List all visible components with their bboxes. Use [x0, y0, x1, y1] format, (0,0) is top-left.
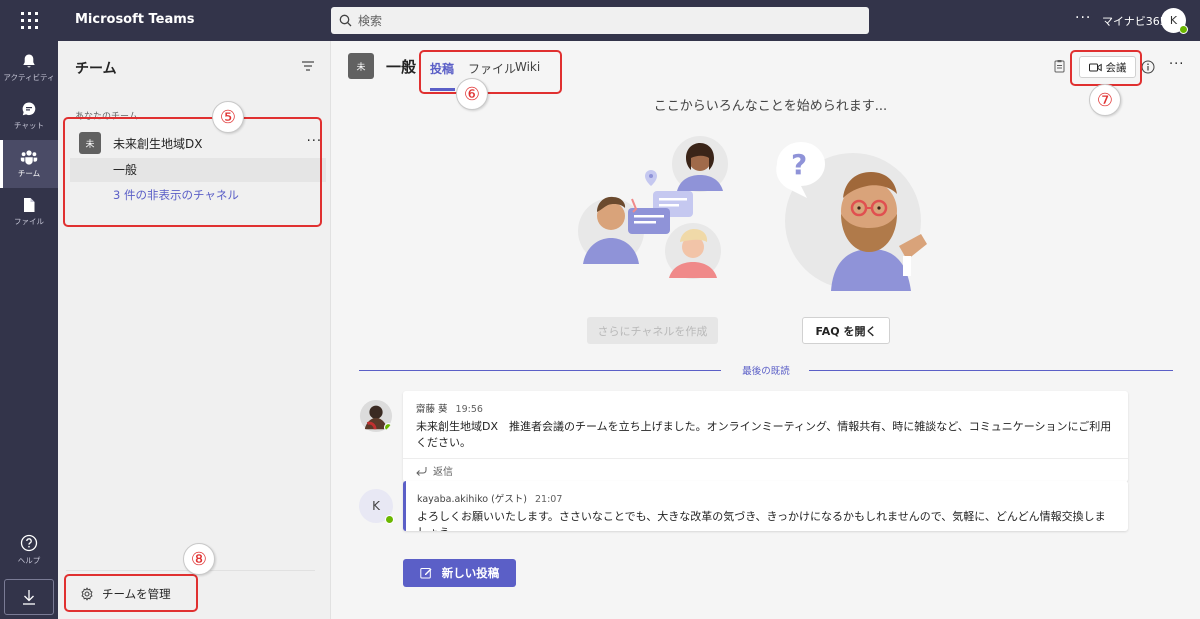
rail-item-chat[interactable]: チャット [0, 92, 58, 140]
reply-label: 返信 [433, 467, 453, 478]
compose-icon [420, 568, 432, 579]
guest-initial: K [372, 499, 380, 513]
message-meta: 齋藤 葵 19:56 [416, 401, 1116, 415]
rail-label: アクティビティ [3, 73, 55, 82]
teams-icon [20, 150, 38, 165]
search-placeholder: 検索 [358, 14, 383, 28]
search-input[interactable]: 検索 [331, 7, 869, 34]
user-initial: K [1169, 14, 1178, 27]
annotation-box-meet [1070, 50, 1142, 86]
new-post-button[interactable]: 新しい投稿 [403, 559, 516, 587]
channel-more-button[interactable]: ··· [1169, 57, 1184, 72]
info-icon[interactable] [1141, 60, 1155, 74]
message-author: 齋藤 葵 [416, 404, 448, 415]
rail-label: チャット [14, 121, 44, 130]
rail-label: ヘルプ [17, 556, 41, 565]
message-meta: kayaba.akihiko (ゲスト) 21:07 [417, 491, 1116, 505]
search-icon [339, 14, 352, 27]
rail-item-files[interactable]: ファイル [0, 188, 58, 236]
message-author: kayaba.akihiko (ゲスト) [417, 494, 528, 505]
svg-text:?: ? [791, 148, 807, 181]
chat-icon [22, 102, 36, 116]
app-launcher-button[interactable] [0, 0, 58, 41]
channel-name: 一般 [386, 58, 417, 76]
annotation-number-6: ⑥ [456, 78, 488, 110]
new-post-label: 新しい投稿 [441, 566, 500, 580]
rail-item-activity[interactable]: アクティビティ [0, 44, 58, 92]
annotation-number-5: ⑤ [212, 101, 244, 133]
clipboard-icon[interactable] [1054, 59, 1065, 73]
message-time: 19:56 [455, 404, 483, 415]
download-button[interactable] [4, 579, 54, 615]
open-faq-button[interactable]: FAQ を開く [802, 317, 890, 344]
presence-available-icon [1179, 25, 1188, 34]
last-read-divider: 最後の既読 [359, 363, 1173, 379]
message-text: 未来創生地域DX 推進者会議のチームを立ち上げました。オンラインミーティング、情… [416, 420, 1112, 449]
rail-item-teams[interactable]: チーム [0, 140, 58, 188]
help-icon [20, 534, 38, 552]
rail-label: チーム [17, 169, 41, 178]
create-channel-button[interactable]: さらにチャネルを作成 [587, 317, 718, 344]
waffle-icon [20, 12, 38, 29]
reply-button[interactable]: 返信 [403, 458, 1128, 482]
message-card[interactable]: kayaba.akihiko (ゲスト) 21:07 よろしくお願いいたします。さ… [403, 481, 1128, 531]
annotation-box-team [63, 117, 322, 227]
annotation-number-7: ⑦ [1089, 84, 1121, 116]
filter-icon[interactable] [301, 60, 315, 72]
file-icon [24, 198, 35, 212]
guest-avatar[interactable]: K [359, 489, 394, 524]
rail-item-help[interactable]: ヘルプ [0, 526, 58, 574]
top-bar: Microsoft Teams 検索 ··· マイナビ365 K [0, 0, 1200, 41]
rail-label: ファイル [14, 217, 44, 226]
more-options-button[interactable]: ··· [1075, 10, 1091, 26]
message-time: 21:07 [535, 494, 563, 505]
annotation-box-manage [64, 574, 198, 612]
app-title: Microsoft Teams [75, 12, 195, 27]
download-icon [23, 590, 35, 605]
annotation-box-tabs [419, 50, 562, 94]
message-card[interactable]: 齋藤 葵 19:56 未来創生地域DX 推進者会議のチームを立ち上げました。オンラ… [403, 391, 1128, 482]
bell-icon [23, 54, 35, 68]
message-text: よろしくお願いいたします。ささいなことでも、大きな改革の気づき、きっかけになるか… [417, 510, 1106, 531]
channel-team-avatar: 未 [348, 53, 374, 79]
user-photo-avatar[interactable] [359, 399, 393, 433]
panel-title: チーム [75, 61, 117, 77]
app-rail: アクティビティ チャット チーム ファイル ヘルプ [0, 41, 58, 619]
annotation-number-8: ⑧ [183, 543, 215, 575]
people-conversation-illustration [578, 136, 728, 279]
channel-main: 未 一般 投稿 ファイル Wiki 会議 ··· ここからいろんなことを始められ… [331, 41, 1200, 619]
last-read-label: 最後の既読 [742, 366, 790, 377]
presence-available-icon [385, 515, 394, 524]
user-avatar[interactable]: K [1161, 8, 1188, 34]
reply-arrow-icon [416, 466, 427, 476]
faq-person-illustration: ? [776, 142, 927, 291]
org-name[interactable]: マイナビ365 [1102, 13, 1167, 29]
